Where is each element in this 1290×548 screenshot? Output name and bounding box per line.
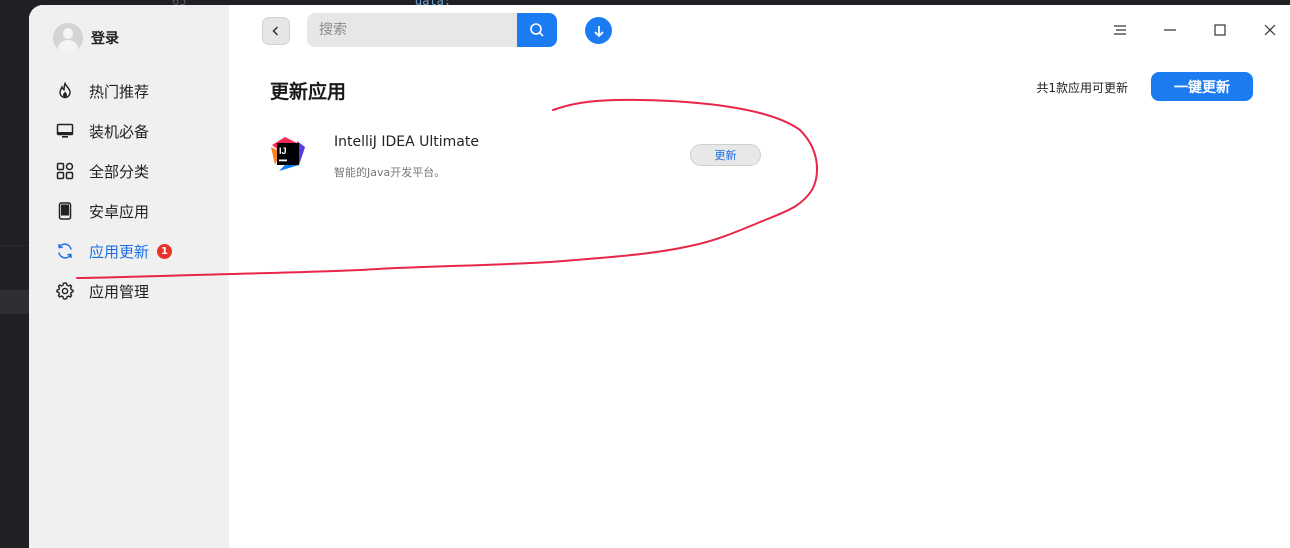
sidebar-item-label: 热门推荐 [89, 82, 150, 101]
app-store-window: 登录 热门推荐 装机必备 全部分类 安卓应用 应用更新 1 应用管理 搜索 更新… [29, 5, 1290, 548]
sidebar-item-label: 安卓应用 [89, 202, 150, 221]
search-icon [530, 23, 544, 37]
search-input[interactable] [307, 13, 517, 47]
sidebar-item-label: 应用管理 [89, 282, 150, 301]
sidebar-item-label: 应用更新 [89, 242, 150, 261]
update-count-badge: 1 [157, 243, 173, 259]
search-button[interactable] [517, 13, 557, 47]
app-update-button[interactable]: 更新 [690, 144, 761, 166]
update-all-button[interactable]: 一键更新 [1151, 72, 1253, 101]
flame-icon [55, 81, 75, 101]
sidebar-nav: 热门推荐 装机必备 全部分类 安卓应用 应用更新 1 应用管理 [29, 71, 229, 311]
update-count-text: 共1款应用可更新 [1036, 81, 1128, 95]
page-title: 更新应用 [270, 81, 347, 103]
minimize-icon [1164, 29, 1176, 31]
sidebar-item-app-management[interactable]: 应用管理 [29, 271, 229, 311]
app-description: 智能的Java开发平台。 [334, 166, 446, 179]
main-content: 更新应用 共1款应用可更新 一键更新 IJ IntelliJ IDEA Ulti… [229, 5, 1290, 548]
gear-icon [55, 281, 75, 301]
minimize-button[interactable] [1155, 17, 1185, 43]
download-arrow-icon [593, 25, 604, 37]
search-box [307, 13, 557, 47]
refresh-icon [55, 241, 75, 261]
monitor-icon [55, 121, 75, 141]
download-manager-button[interactable] [585, 17, 612, 44]
menu-button[interactable] [1105, 17, 1135, 43]
sidebar-item-hot[interactable]: 热门推荐 [29, 71, 229, 111]
close-button[interactable] [1255, 17, 1285, 43]
svg-text:IJ: IJ [279, 146, 287, 156]
maximize-button[interactable] [1205, 17, 1235, 43]
app-name: IntelliJ IDEA Ultimate [334, 134, 479, 150]
sidebar-item-android-apps[interactable]: 安卓应用 [29, 191, 229, 231]
intellij-idea-icon: IJ [269, 135, 307, 173]
login-label[interactable]: 登录 [91, 28, 119, 48]
sidebar-item-all-categories[interactable]: 全部分类 [29, 151, 229, 191]
user-login[interactable]: 登录 [53, 23, 119, 53]
list-item: IJ IntelliJ IDEA Ultimate 智能的Java开发平台。 更… [269, 132, 769, 192]
titlebar [229, 5, 1290, 55]
menu-icon [1114, 25, 1126, 35]
sidebar-item-essentials[interactable]: 装机必备 [29, 111, 229, 151]
chevron-left-icon [272, 26, 279, 36]
close-icon [1264, 24, 1276, 36]
sidebar-item-app-updates[interactable]: 应用更新 1 [29, 231, 229, 271]
sidebar-item-label: 装机必备 [89, 122, 150, 141]
grid-icon [55, 161, 75, 181]
avatar-icon[interactable] [53, 23, 83, 53]
maximize-icon [1214, 24, 1226, 36]
sidebar-item-label: 全部分类 [89, 162, 150, 181]
phone-icon [55, 201, 75, 221]
back-button[interactable] [262, 17, 290, 45]
sidebar: 登录 热门推荐 装机必备 全部分类 安卓应用 应用更新 1 应用管理 [29, 5, 229, 548]
